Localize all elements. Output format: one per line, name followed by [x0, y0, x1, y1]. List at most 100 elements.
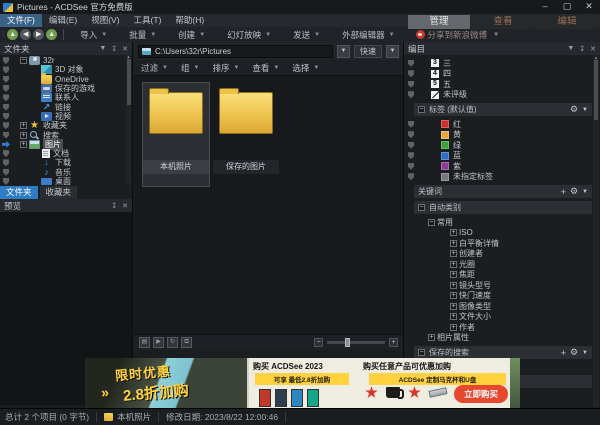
auto-category-aperture[interactable]: +光圈	[404, 259, 600, 270]
tab-edit[interactable]: 编辑	[536, 15, 598, 29]
expand-icon[interactable]: +	[450, 282, 457, 289]
panel-menu-icon[interactable]: ▼	[99, 45, 106, 53]
view-mode-details-icon[interactable]: ▶	[153, 337, 164, 348]
select-shield-icon[interactable]	[408, 131, 414, 138]
tree-item-desktop[interactable]: 桌面	[0, 177, 132, 185]
keywords-section-header[interactable]: 关键词 +⚙▼	[414, 185, 592, 198]
gear-icon[interactable]: ⚙	[570, 104, 578, 115]
close-button[interactable]: ✕	[578, 0, 600, 14]
group-button[interactable]: 组▼	[181, 62, 199, 74]
filter-button[interactable]: 过滤▼	[141, 62, 168, 74]
select-shield-icon[interactable]	[3, 66, 9, 73]
select-shield-icon[interactable]	[3, 104, 9, 111]
select-shield-icon[interactable]	[408, 91, 414, 98]
maximize-button[interactable]: ▢	[556, 0, 578, 14]
pin-icon[interactable]: ↧	[579, 45, 585, 53]
expand-icon[interactable]: +	[450, 303, 457, 310]
buy-now-button[interactable]: 立即购买	[454, 385, 508, 403]
collapse-icon[interactable]: −	[418, 204, 425, 211]
label-item-none[interactable]: 未指定标签	[404, 172, 600, 183]
tree-item-search[interactable]: +搜索	[0, 130, 132, 139]
refresh-icon[interactable]: ↻	[167, 337, 178, 348]
select-shield-icon[interactable]	[408, 70, 414, 77]
rating-item-5[interactable]: 5五	[404, 79, 600, 90]
label-item-green[interactable]: 绿	[404, 140, 600, 151]
select-shield-icon[interactable]	[408, 81, 414, 88]
slideshow-button[interactable]: 幻灯放映▼	[227, 29, 271, 41]
menu-tools[interactable]: 工具(T)	[127, 14, 169, 27]
menu-edit[interactable]: 编辑(E)	[42, 14, 84, 27]
sort-button[interactable]: 排序▼	[212, 62, 239, 74]
batch-button[interactable]: 批量▼	[129, 29, 156, 41]
tree-item-favorites[interactable]: +★收藏夹	[0, 121, 132, 130]
catalog-scrollbar[interactable]: ▲	[593, 55, 599, 407]
tree-item-3d-objects[interactable]: 3D 对象	[0, 65, 132, 74]
labels-section-header[interactable]: − 标签 (默认值) ⚙▼	[414, 103, 592, 116]
auto-category-group[interactable]: −常用	[404, 217, 600, 228]
auto-category-photo-properties[interactable]: +相片属性	[404, 333, 600, 344]
add-icon[interactable]: +	[561, 187, 566, 197]
select-shield-icon[interactable]	[408, 152, 414, 159]
select-shield-icon[interactable]	[3, 113, 9, 120]
close-panel-icon[interactable]: ✕	[122, 202, 128, 210]
label-item-red[interactable]: 红	[404, 119, 600, 130]
expand-icon[interactable]: +	[450, 324, 457, 331]
menu-help[interactable]: 帮助(H)	[168, 14, 211, 27]
external-editor-button[interactable]: 外部编辑器▼	[342, 29, 394, 41]
auto-category-iso[interactable]: +ISO	[404, 228, 600, 239]
minimize-button[interactable]: –	[534, 0, 556, 14]
select-shield-icon[interactable]	[3, 57, 9, 64]
expand-icon[interactable]: +	[450, 240, 457, 247]
expand-icon[interactable]: +	[450, 250, 457, 257]
select-shield-icon[interactable]	[3, 76, 9, 83]
expand-icon[interactable]: +	[450, 292, 457, 299]
select-shield-icon[interactable]	[3, 178, 9, 185]
menu-file[interactable]: 文件(F)	[0, 14, 42, 27]
folder-tile-saved-pictures[interactable]: 保存的图片	[213, 83, 279, 186]
auto-category-file-size[interactable]: +文件大小	[404, 312, 600, 323]
tab-favorites[interactable]: 收藏夹	[40, 186, 78, 199]
zoom-in-icon[interactable]: +	[389, 338, 398, 347]
folder-tile-local-photos[interactable]: 本机照片	[143, 83, 209, 186]
expand-icon[interactable]: +	[20, 122, 27, 129]
share-weibo-button[interactable]: 分享到新浪微博 ▼	[416, 29, 499, 41]
select-shield-icon[interactable]	[408, 173, 414, 180]
select-shield-icon[interactable]	[408, 142, 414, 149]
tree-scrollbar[interactable]: ▲	[126, 55, 131, 183]
stack-icon[interactable]: ⧉	[181, 337, 192, 348]
select-shield-icon[interactable]	[3, 94, 9, 101]
label-item-blue[interactable]: 蓝	[404, 151, 600, 162]
select-shield-icon[interactable]	[3, 132, 9, 139]
pin-icon[interactable]: ↧	[111, 45, 117, 53]
close-panel-icon[interactable]: ✕	[590, 45, 596, 53]
expand-icon[interactable]: +	[20, 132, 27, 139]
label-item-yellow[interactable]: 黄	[404, 130, 600, 141]
select-shield-icon[interactable]	[408, 163, 414, 170]
select-shield-icon[interactable]	[3, 150, 9, 157]
expand-icon[interactable]: +	[450, 313, 457, 320]
quick-search-dropdown-icon[interactable]: ▼	[386, 45, 399, 58]
nav-up-icon[interactable]: ▲	[46, 29, 57, 40]
gear-icon[interactable]: ⚙	[570, 347, 578, 358]
label-item-purple[interactable]: 紫	[404, 161, 600, 172]
import-button[interactable]: 导入▼	[80, 29, 107, 41]
auto-category-shutter-speed[interactable]: +快门速度	[404, 291, 600, 302]
select-shield-icon[interactable]	[408, 121, 414, 128]
expand-icon[interactable]: +	[450, 229, 457, 236]
nav-back-icon[interactable]: ◀	[20, 29, 31, 40]
gear-icon[interactable]: ⚙	[570, 186, 578, 197]
expand-icon[interactable]: +	[428, 334, 435, 341]
quick-search-button[interactable]: 快速	[354, 45, 382, 58]
menu-view[interactable]: 视图(V)	[84, 14, 126, 27]
collapse-icon[interactable]: −	[428, 219, 435, 226]
ad-banner[interactable]: » 限时优惠 2.8折加购 购买 ACDSee 2023 可享 最低2.8折加购…	[85, 358, 520, 408]
zoom-slider[interactable]	[327, 341, 385, 344]
pin-icon[interactable]: ↧	[111, 202, 117, 210]
send-button[interactable]: 发送▼	[293, 29, 320, 41]
path-input[interactable]: C:\Users\32r\Pictures	[138, 45, 333, 58]
close-panel-icon[interactable]: ✕	[122, 45, 128, 53]
select-shield-icon[interactable]	[3, 169, 9, 176]
rating-item-unrated[interactable]: 未评级	[404, 90, 600, 101]
select-shield-icon[interactable]	[408, 60, 414, 67]
view-button[interactable]: 查看▼	[252, 62, 279, 74]
